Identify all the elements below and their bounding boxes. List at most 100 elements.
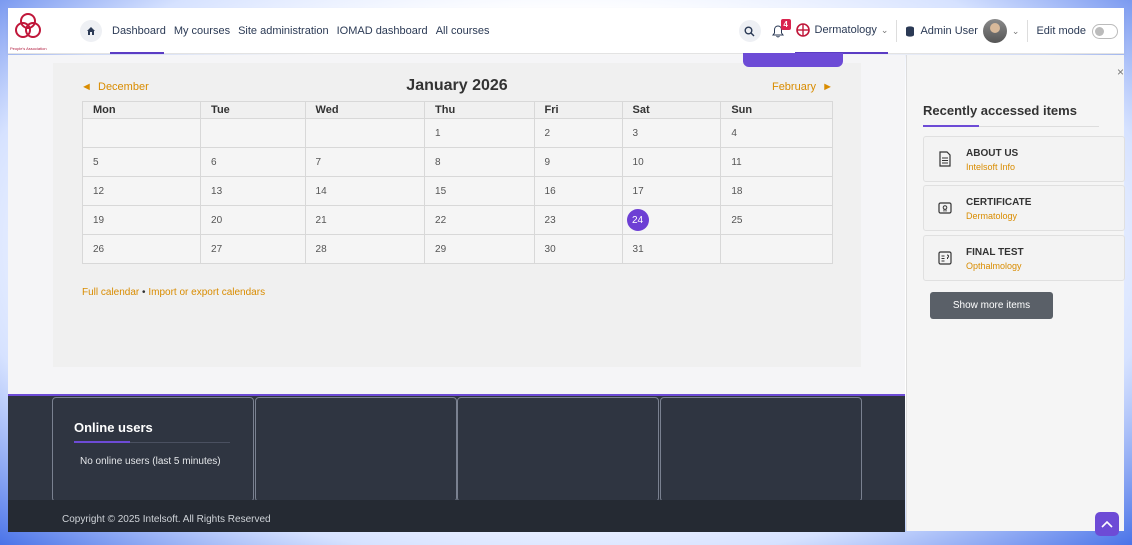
next-month-link[interactable]: February ►: [772, 81, 833, 93]
calendar-day-cell[interactable]: 13: [200, 176, 306, 206]
nav-link-my-courses[interactable]: My courses: [170, 8, 234, 54]
calendar-day-cell[interactable]: 25: [720, 205, 833, 235]
calendar-day-cell[interactable]: 19: [81, 205, 202, 235]
day-number: 1: [435, 127, 441, 139]
day-number: 15: [435, 185, 447, 197]
organization-switcher[interactable]: Dermatology ⌄: [794, 8, 889, 54]
calendar-day-cell[interactable]: 18: [720, 176, 833, 206]
calendar-day-cell[interactable]: 5: [81, 147, 202, 177]
title-underline: [923, 125, 979, 127]
day-number: 4: [731, 127, 737, 139]
calendar-day-cell[interactable]: 9: [533, 147, 623, 177]
day-number: 6: [211, 156, 217, 168]
calendar-day-cell[interactable]: 1: [424, 118, 535, 148]
calendar-day-cell[interactable]: 17: [621, 176, 722, 206]
calendar-day-cell[interactable]: 30: [533, 234, 623, 264]
calendar-card: ◄ December January 2026 February ► Mon T…: [53, 53, 861, 367]
edit-mode-toggle[interactable]: [1092, 23, 1118, 39]
calendar-day-cell[interactable]: 11: [720, 147, 833, 177]
calendar-day-cell[interactable]: 28: [304, 234, 426, 264]
calendar-day-cell[interactable]: 12: [81, 176, 202, 206]
calendar-day-cell[interactable]: 20: [200, 205, 306, 235]
chevron-down-icon: ⌄: [880, 24, 889, 35]
calendar-day-cell[interactable]: 24: [621, 205, 722, 235]
nav-link-dashboard[interactable]: Dashboard: [108, 8, 170, 54]
recent-items-title: Recently accessed items: [923, 103, 1077, 118]
recent-item-name: FINAL TEST: [966, 247, 1024, 258]
calendar-day-cell: [200, 118, 306, 148]
calendar-day-cell[interactable]: 14: [304, 176, 426, 206]
calendar-day-cell[interactable]: 26: [81, 234, 202, 264]
notifications-button[interactable]: 4: [769, 19, 791, 41]
recent-item[interactable]: FINAL TEST Opthalmology: [923, 235, 1125, 281]
online-users-text: No online users (last 5 minutes): [80, 456, 221, 467]
home-button[interactable]: [80, 19, 102, 42]
recent-item-course: Intelsoft Info: [966, 162, 1016, 172]
close-drawer-button[interactable]: ×: [1117, 65, 1124, 79]
calendar-week-row: 12 13 14 15 16 17 18: [81, 176, 833, 206]
day-number: 10: [632, 156, 644, 168]
recent-item[interactable]: CERTIFICATE Dermatology: [923, 185, 1125, 231]
calendar-day-cell[interactable]: 10: [621, 147, 722, 177]
calendar-day-cell[interactable]: 15: [424, 176, 535, 206]
back-to-top-button[interactable]: [1095, 512, 1119, 536]
day-number: 18: [731, 185, 743, 197]
calendar-day-cell: [720, 234, 833, 264]
nav-link-all-courses[interactable]: All courses: [432, 8, 494, 54]
site-logo[interactable]: People's Association: [8, 8, 60, 54]
recent-item-name: CERTIFICATE: [966, 197, 1032, 208]
calendar-day-cell[interactable]: 22: [424, 205, 535, 235]
day-number: 20: [211, 214, 223, 226]
calendar-week-row: 19 20 21 22 23 24 25: [81, 205, 833, 235]
calendar-day-cell[interactable]: 4: [720, 118, 833, 148]
search-button[interactable]: [738, 20, 761, 42]
day-number: 3: [632, 127, 639, 139]
day-number: 25: [731, 214, 743, 226]
today-marker: 24: [626, 209, 649, 231]
calendar-day-cell[interactable]: 29: [424, 234, 535, 264]
calendar-day-cell[interactable]: 21: [304, 205, 426, 235]
calendar-day-cell[interactable]: 6: [200, 147, 306, 177]
day-number: 29: [435, 243, 447, 255]
card-top-button[interactable]: [743, 53, 843, 67]
chevron-up-icon: [1101, 520, 1113, 528]
top-navbar: People's Association Dashboard My course…: [8, 8, 1124, 54]
calendar-day-cell[interactable]: 8: [424, 147, 535, 177]
calendar-day-cell[interactable]: 31: [621, 234, 722, 264]
day-number: 27: [211, 243, 223, 255]
main-content: ◄ December January 2026 February ► Mon T…: [8, 53, 905, 395]
import-export-calendars-link[interactable]: Import or export calendars: [148, 287, 265, 298]
day-number: 13: [211, 185, 223, 197]
user-menu[interactable]: Admin User ⌄: [905, 19, 1019, 43]
footer-block: [660, 397, 862, 502]
day-number: 26: [93, 243, 105, 255]
user-name: Admin User: [920, 25, 978, 37]
calendar-day-cell: [81, 118, 202, 148]
calendar-day-cell[interactable]: 2: [533, 118, 623, 148]
database-icon: [906, 25, 915, 37]
organization-logo-icon: [795, 23, 810, 37]
show-more-items-button[interactable]: Show more items: [930, 292, 1053, 319]
calendar-day-cell[interactable]: 23: [533, 205, 623, 235]
calendar-day-cell[interactable]: 16: [533, 176, 623, 206]
calendar-day-cell[interactable]: 27: [200, 234, 306, 264]
nav-link-iomad-dashboard[interactable]: IOMAD dashboard: [333, 8, 432, 54]
weekday-header: Sun: [720, 101, 833, 119]
calendar-week-row: 5 6 7 8 9 10 11: [81, 147, 833, 177]
recent-item[interactable]: ABOUT US Intelsoft Info: [923, 136, 1125, 182]
full-calendar-link[interactable]: Full calendar: [82, 287, 139, 298]
organization-name: Dermatology: [814, 24, 877, 36]
calendar-week-row: 1 2 3 4: [81, 118, 833, 148]
weekday-header-row: Mon Tue Wed Thu Fri Sat Sun: [81, 101, 833, 119]
copyright-text: Copyright © 2025 Intelsoft. All Rights R…: [8, 500, 905, 532]
day-number: 17: [632, 185, 644, 197]
calendar-day-cell[interactable]: 3: [621, 118, 722, 148]
weekday-header: Fri: [533, 101, 623, 119]
nav-link-site-administration[interactable]: Site administration: [234, 8, 333, 54]
footer-block: [255, 397, 457, 502]
day-number: 28: [315, 243, 327, 255]
right-drawer: × Recently accessed items ABOUT US Intel…: [906, 55, 1125, 531]
edit-mode-label: Edit mode: [1036, 25, 1086, 37]
day-number: 14: [315, 185, 327, 197]
calendar-day-cell[interactable]: 7: [304, 147, 426, 177]
